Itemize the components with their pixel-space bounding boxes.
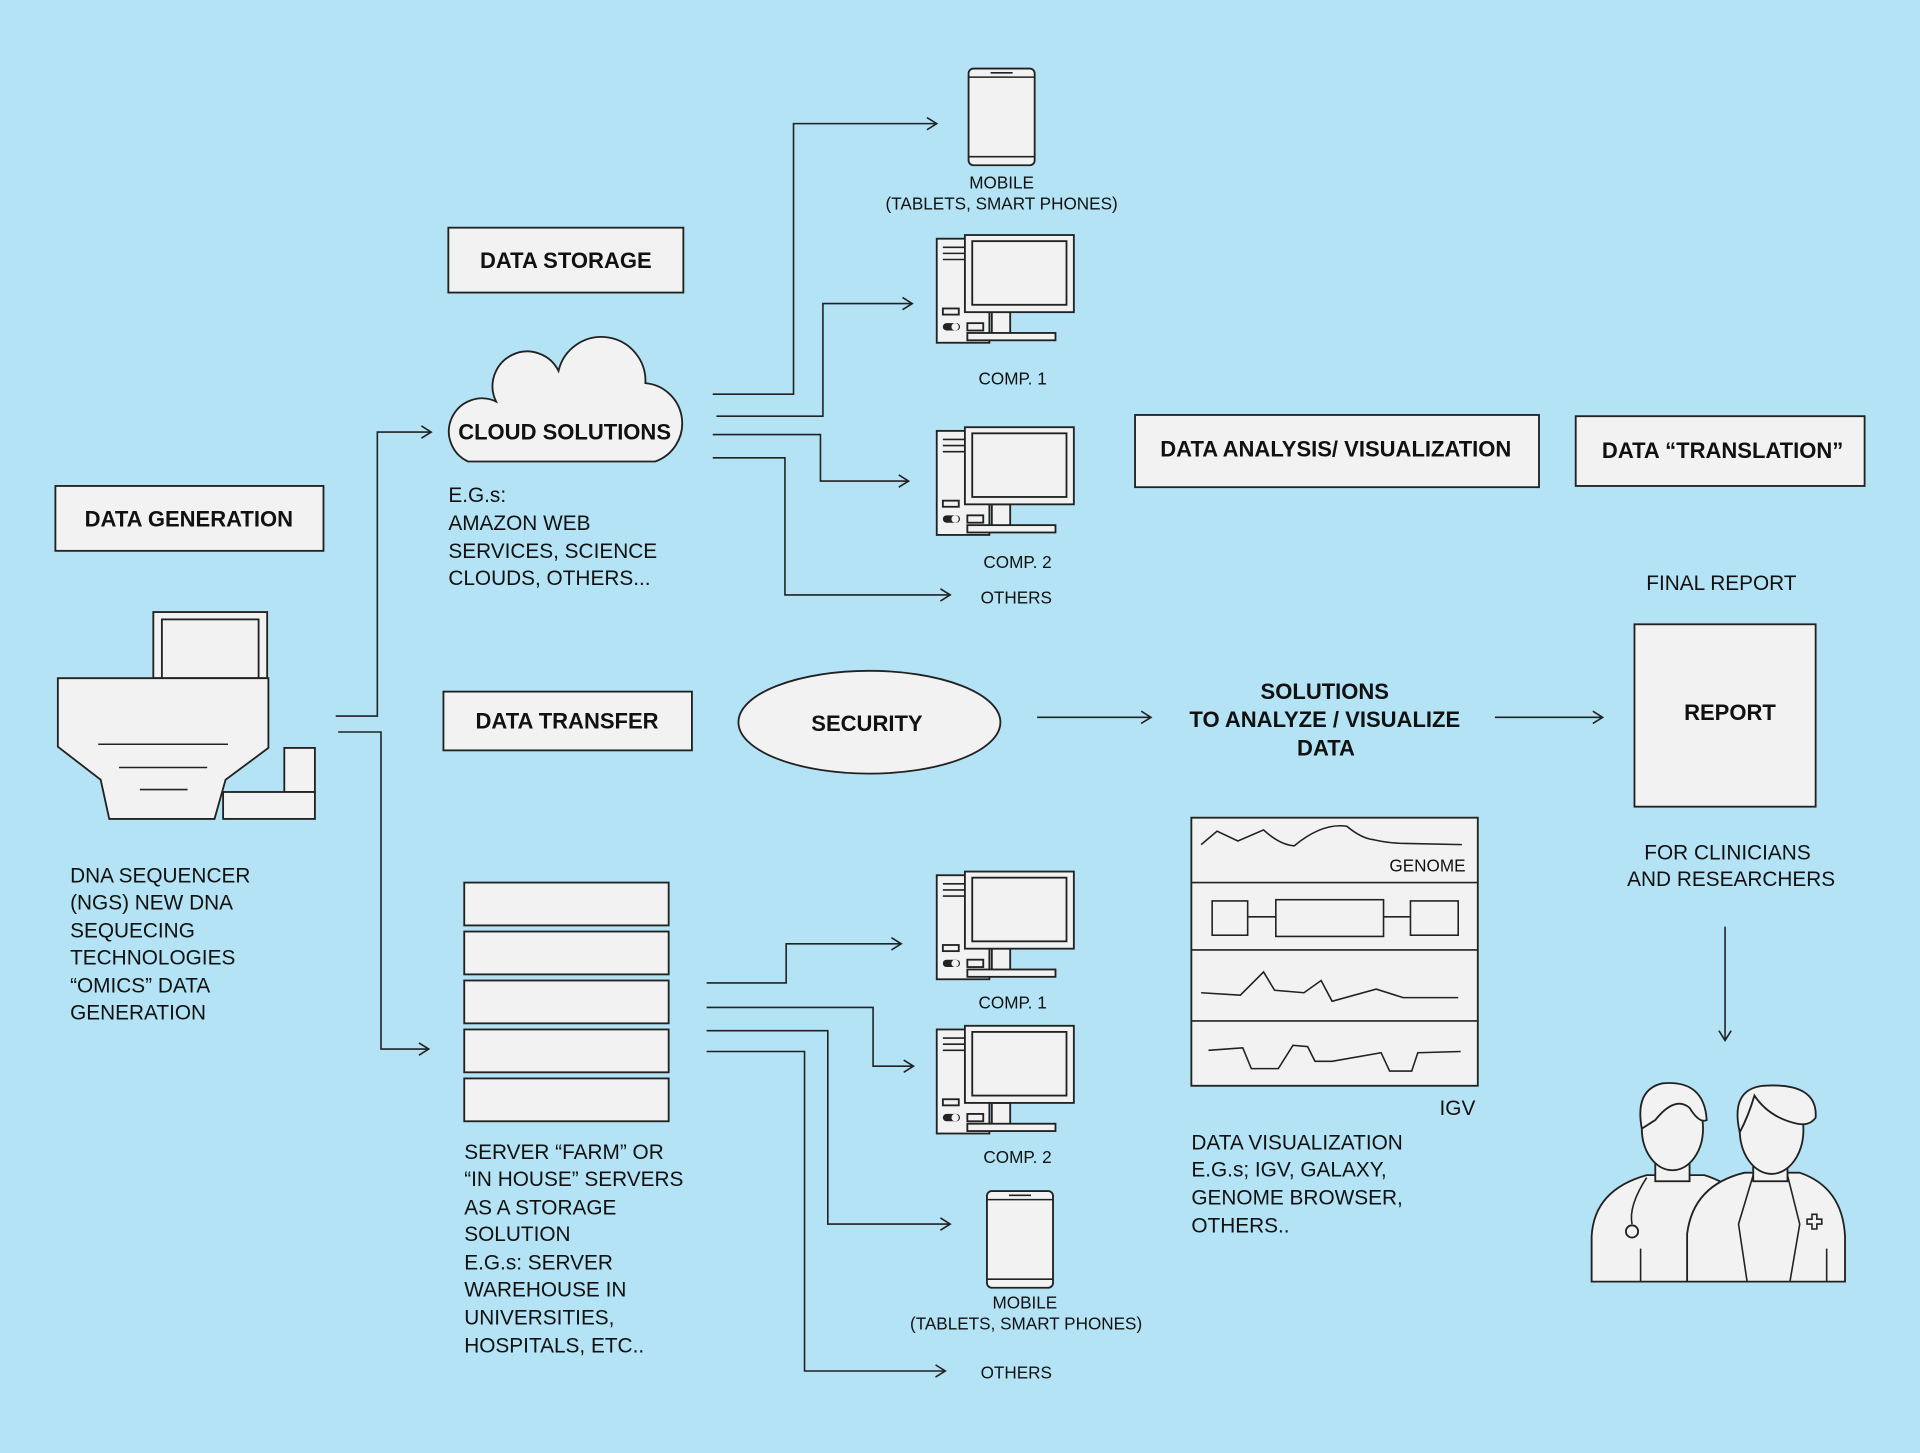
svg-text:CLOUDS, OTHERS...: CLOUDS, OTHERS...	[448, 567, 650, 590]
data-storage-heading: DATA STORAGE	[447, 226, 685, 294]
svg-text:REPORT: REPORT	[1684, 700, 1776, 725]
svg-text:SECURITY: SECURITY	[811, 711, 923, 736]
svg-text:SEQUECING: SEQUECING	[70, 920, 195, 943]
comp1-label-top: COMP. 1	[979, 368, 1047, 388]
svg-text:SERVER “FARM” OR: SERVER “FARM” OR	[464, 1141, 664, 1164]
comp1-label-bottom: COMP. 1	[979, 993, 1047, 1013]
security-ellipse: SECURITY	[737, 669, 1002, 775]
svg-text:MOBILE: MOBILE	[993, 1293, 1058, 1313]
svg-text:E.G.s:: E.G.s:	[448, 484, 506, 507]
svg-text:GENOME BROWSER,: GENOME BROWSER,	[1191, 1187, 1402, 1210]
svg-text:DATA “TRANSLATION”: DATA “TRANSLATION”	[1602, 438, 1843, 463]
sequencer-description: DNA SEQUENCER (NGS) NEW DNA SEQUECING TE…	[70, 865, 250, 1025]
svg-text:HOSPITALS, ETC..: HOSPITALS, ETC..	[464, 1335, 644, 1358]
svg-text:DNA SEQUENCER: DNA SEQUENCER	[70, 865, 250, 888]
dna-sequencer-icon	[56, 611, 316, 820]
mobile-label-top: MOBILE (TABLETS, SMART PHONES)	[886, 173, 1118, 214]
comp2-label-bottom: COMP. 2	[983, 1147, 1051, 1167]
svg-text:TECHNOLOGIES: TECHNOLOGIES	[70, 947, 235, 970]
data-translation-heading: DATA “TRANSLATION”	[1574, 415, 1866, 487]
computer-icon	[935, 870, 1075, 981]
workflow-diagram: DATA STORAGE DATA GENERATION DATA TRANSF…	[54, 67, 1866, 1382]
final-report-title: FINAL REPORT	[1646, 572, 1797, 595]
svg-text:WAREHOUSE IN: WAREHOUSE IN	[464, 1278, 626, 1301]
svg-text:(TABLETS, SMART PHONES): (TABLETS, SMART PHONES)	[910, 1313, 1142, 1333]
svg-text:DATA STORAGE: DATA STORAGE	[480, 248, 652, 273]
genome-label: GENOME	[1389, 856, 1465, 876]
svg-text:DATA ANALYSIS/ VISUALIZATION: DATA ANALYSIS/ VISUALIZATION	[1160, 437, 1511, 462]
data-transfer-heading: DATA TRANSFER	[442, 690, 693, 752]
report-document: REPORT	[1633, 623, 1817, 808]
mobile-icon	[967, 67, 1036, 167]
data-generation-heading: DATA GENERATION	[54, 485, 325, 552]
cloud-description: E.G.s: AMAZON WEB SERVICES, SCIENCE CLOU…	[448, 484, 657, 590]
computer-icon	[935, 1024, 1075, 1135]
svg-text:AND RESEARCHERS: AND RESEARCHERS	[1627, 868, 1835, 891]
svg-text:AMAZON WEB: AMAZON WEB	[448, 512, 590, 535]
comp2-label-top: COMP. 2	[983, 552, 1051, 572]
svg-text:(NGS) NEW DNA: (NGS) NEW DNA	[70, 892, 233, 915]
svg-text:UNIVERSITIES,: UNIVERSITIES,	[464, 1306, 614, 1329]
others-label-bottom: OTHERS	[981, 1362, 1052, 1382]
svg-text:DATA: DATA	[1297, 735, 1355, 760]
solutions-label: SOLUTIONS TO ANALYZE / VISUALIZE DATA	[1189, 679, 1460, 760]
computer-icon	[935, 426, 1075, 536]
servers-description: SERVER “FARM” OR “IN HOUSE” SERVERS AS A…	[464, 1141, 683, 1357]
report-audience: FOR CLINICIANS AND RESEARCHERS	[1627, 841, 1835, 891]
svg-text:E.G.s: SERVER: E.G.s: SERVER	[464, 1251, 613, 1274]
svg-text:TO ANALYZE / VISUALIZE: TO ANALYZE / VISUALIZE	[1189, 707, 1460, 732]
svg-text:SOLUTIONS: SOLUTIONS	[1261, 679, 1389, 704]
svg-text:OTHERS..: OTHERS..	[1191, 1215, 1289, 1238]
clinicians-icon	[1590, 1082, 1846, 1283]
svg-text:(TABLETS, SMART PHONES): (TABLETS, SMART PHONES)	[886, 193, 1118, 213]
svg-text:“IN HOUSE” SERVERS: “IN HOUSE” SERVERS	[464, 1168, 683, 1191]
mobile-icon	[986, 1190, 1054, 1289]
svg-text:“OMICS” DATA: “OMICS” DATA	[70, 975, 210, 998]
computer-icon	[935, 234, 1075, 344]
svg-text:AS A STORAGE: AS A STORAGE	[464, 1196, 616, 1219]
svg-text:DATA GENERATION: DATA GENERATION	[85, 506, 293, 531]
mobile-label-bottom: MOBILE (TABLETS, SMART PHONES)	[910, 1293, 1142, 1334]
svg-text:MOBILE: MOBILE	[969, 173, 1034, 193]
svg-text:GENERATION: GENERATION	[70, 1002, 206, 1025]
svg-text:SERVICES, SCIENCE: SERVICES, SCIENCE	[448, 540, 657, 563]
igv-caption: IGV	[1440, 1097, 1476, 1120]
svg-text:FOR CLINICIANS: FOR CLINICIANS	[1644, 841, 1810, 864]
igv-browser-icon: GENOME	[1190, 816, 1479, 1087]
others-label-top: OTHERS	[981, 587, 1052, 607]
data-analysis-heading: DATA ANALYSIS/ VISUALIZATION	[1134, 414, 1540, 489]
cloud-icon: CLOUD SOLUTIONS	[447, 336, 684, 463]
cloud-label: CLOUD SOLUTIONS	[458, 419, 671, 444]
svg-text:SOLUTION: SOLUTION	[464, 1223, 570, 1246]
svg-text:DATA VISUALIZATION: DATA VISUALIZATION	[1191, 1131, 1402, 1154]
svg-text:E.G.s; IGV, GALAXY,: E.G.s; IGV, GALAXY,	[1191, 1158, 1386, 1181]
server-farm-icon	[463, 881, 670, 1123]
igv-description: DATA VISUALIZATION E.G.s; IGV, GALAXY, G…	[1191, 1131, 1402, 1237]
svg-text:DATA TRANSFER: DATA TRANSFER	[476, 708, 659, 733]
